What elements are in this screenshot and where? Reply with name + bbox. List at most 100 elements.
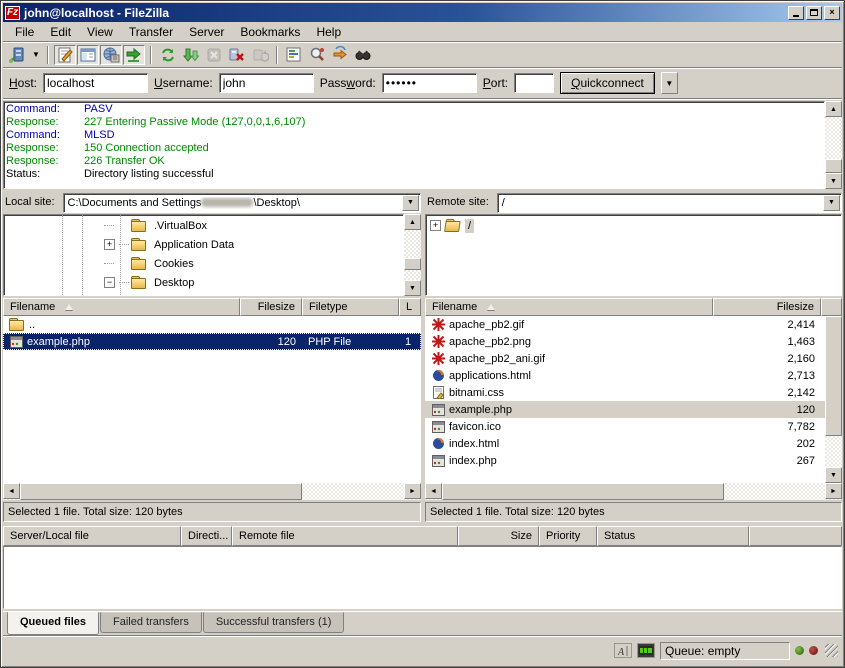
- scroll-down-icon[interactable]: ▼: [404, 280, 421, 296]
- toggle-log-icon[interactable]: [54, 45, 76, 65]
- chevron-down-icon: ▼: [665, 79, 673, 88]
- tree-item[interactable]: +Application Data: [4, 235, 403, 254]
- tree-item[interactable]: +Cookies: [4, 254, 403, 273]
- log-scrollbar[interactable]: ▲ ▼: [825, 101, 842, 189]
- scrollbar-thumb[interactable]: [404, 258, 421, 270]
- menu-server[interactable]: Server: [181, 23, 232, 41]
- scroll-right-icon[interactable]: ►: [825, 483, 842, 499]
- menu-transfer[interactable]: Transfer: [121, 23, 181, 41]
- queue-list[interactable]: [3, 546, 842, 609]
- log-text: PASV: [84, 103, 113, 116]
- minimize-button[interactable]: [788, 6, 804, 20]
- toggle-remote-tree-icon[interactable]: [100, 45, 122, 65]
- scroll-up-icon[interactable]: ▲: [404, 214, 421, 230]
- scrollbar-thumb[interactable]: [442, 483, 724, 500]
- site-manager-dropdown[interactable]: ▼: [30, 45, 42, 65]
- tree-item[interactable]: +.VirtualBox: [4, 216, 403, 235]
- file-row[interactable]: index.html 202: [425, 435, 825, 452]
- column-priority[interactable]: Priority: [539, 526, 597, 546]
- port-input[interactable]: [514, 73, 554, 93]
- expand-icon[interactable]: +: [430, 220, 441, 231]
- scroll-up-icon[interactable]: ▲: [825, 101, 842, 117]
- port-label: Port:: [483, 76, 508, 90]
- remote-site-dropdown[interactable]: ▼: [823, 195, 840, 211]
- site-manager-icon[interactable]: [7, 45, 29, 65]
- remote-vertical-scrollbar[interactable]: ▼: [825, 316, 842, 483]
- file-row[interactable]: apache_pb2.png 1,463: [425, 333, 825, 350]
- remote-horizontal-scrollbar[interactable]: ◄ ►: [425, 483, 842, 500]
- queue-header: Server/Local file Directi... Remote file…: [3, 526, 842, 546]
- column-server-local-file[interactable]: Server/Local file: [3, 526, 181, 546]
- column-filesize[interactable]: Filesize: [713, 298, 821, 316]
- scroll-down-icon[interactable]: ▼: [825, 173, 842, 189]
- local-tree-scrollbar[interactable]: ▲ ▼: [404, 214, 421, 296]
- quickconnect-button[interactable]: Quickconnect: [560, 72, 655, 94]
- find-icon[interactable]: [352, 45, 374, 65]
- tab-queued-files[interactable]: Queued files: [7, 612, 99, 635]
- expand-icon[interactable]: +: [104, 239, 115, 250]
- scroll-left-icon[interactable]: ◄: [3, 483, 20, 499]
- file-row[interactable]: example.php 120: [425, 401, 825, 418]
- local-horizontal-scrollbar[interactable]: ◄ ►: [3, 483, 421, 500]
- tab-successful-transfers[interactable]: Successful transfers (1): [203, 612, 345, 633]
- menu-bar: File Edit View Transfer Server Bookmarks…: [3, 22, 842, 42]
- minimize-icon: [793, 15, 799, 17]
- remote-pane: Remote site: / ▼ + / Filename Filesize: [425, 192, 842, 522]
- quickconnect-dropdown[interactable]: ▼: [661, 72, 678, 94]
- menu-file[interactable]: File: [7, 23, 42, 41]
- log-text: Directory listing successful: [84, 168, 214, 181]
- toggle-local-tree-icon[interactable]: [77, 45, 99, 65]
- column-size[interactable]: Size: [458, 526, 539, 546]
- menu-view[interactable]: View: [79, 23, 121, 41]
- scrollbar-thumb[interactable]: [825, 159, 842, 173]
- tree-item[interactable]: −Desktop: [4, 273, 403, 292]
- file-row[interactable]: bitnami.css 2,142: [425, 384, 825, 401]
- resize-grip[interactable]: [825, 644, 838, 657]
- collapse-icon[interactable]: −: [104, 277, 115, 288]
- menu-help[interactable]: Help: [308, 23, 349, 41]
- column-direction[interactable]: Directi...: [181, 526, 232, 546]
- file-row[interactable]: apache_pb2.gif 2,414: [425, 316, 825, 333]
- process-queue-icon[interactable]: [180, 45, 202, 65]
- title-bar[interactable]: Fz john@localhost - FileZilla ×: [3, 3, 842, 22]
- menu-bookmarks[interactable]: Bookmarks: [232, 23, 308, 41]
- password-input[interactable]: [382, 73, 477, 93]
- column-remote-file[interactable]: Remote file: [232, 526, 458, 546]
- remote-site-combobox[interactable]: / ▼: [497, 193, 842, 213]
- sync-browse-icon[interactable]: [329, 45, 351, 65]
- scroll-left-icon[interactable]: ◄: [425, 483, 442, 499]
- cancel-icon: [203, 45, 225, 65]
- file-row[interactable]: favicon.ico 7,782: [425, 418, 825, 435]
- filter-icon[interactable]: [283, 45, 305, 65]
- scroll-right-icon[interactable]: ►: [404, 483, 421, 499]
- column-last-modified[interactable]: L: [399, 298, 421, 316]
- local-site-combobox[interactable]: C:\Documents and Settings\Desktop\ ▼: [63, 193, 421, 213]
- file-row[interactable]: applications.html 2,713: [425, 367, 825, 384]
- column-filesize[interactable]: Filesize: [240, 298, 302, 316]
- file-row[interactable]: apache_pb2_ani.gif 2,160: [425, 350, 825, 367]
- tree-item[interactable]: + /: [426, 216, 841, 235]
- maximize-button[interactable]: [806, 6, 822, 20]
- compare-icon[interactable]: [306, 45, 328, 65]
- toolbar-separator: [276, 46, 278, 64]
- close-button[interactable]: ×: [824, 6, 840, 20]
- file-row[interactable]: example.php 120 PHP File 1: [3, 333, 421, 350]
- refresh-icon[interactable]: [157, 45, 179, 65]
- scroll-down-icon[interactable]: ▼: [825, 467, 842, 483]
- column-status[interactable]: Status: [597, 526, 749, 546]
- scrollbar-thumb[interactable]: [825, 316, 842, 436]
- column-filename[interactable]: Filename: [425, 298, 713, 316]
- host-input[interactable]: [43, 73, 148, 93]
- file-row[interactable]: index.php 267: [425, 452, 825, 469]
- toggle-queue-icon[interactable]: [123, 45, 145, 65]
- disconnect-icon[interactable]: [226, 45, 248, 65]
- scrollbar-thumb[interactable]: [20, 483, 302, 500]
- file-row[interactable]: ..: [3, 316, 421, 333]
- local-site-path: C:\Documents and Settings\Desktop\: [64, 197, 402, 209]
- column-filename[interactable]: Filename: [3, 298, 240, 316]
- tab-failed-transfers[interactable]: Failed transfers: [100, 612, 202, 633]
- local-site-dropdown[interactable]: ▼: [402, 195, 419, 211]
- username-input[interactable]: [219, 73, 314, 93]
- menu-edit[interactable]: Edit: [42, 23, 79, 41]
- column-filetype[interactable]: Filetype: [302, 298, 399, 316]
